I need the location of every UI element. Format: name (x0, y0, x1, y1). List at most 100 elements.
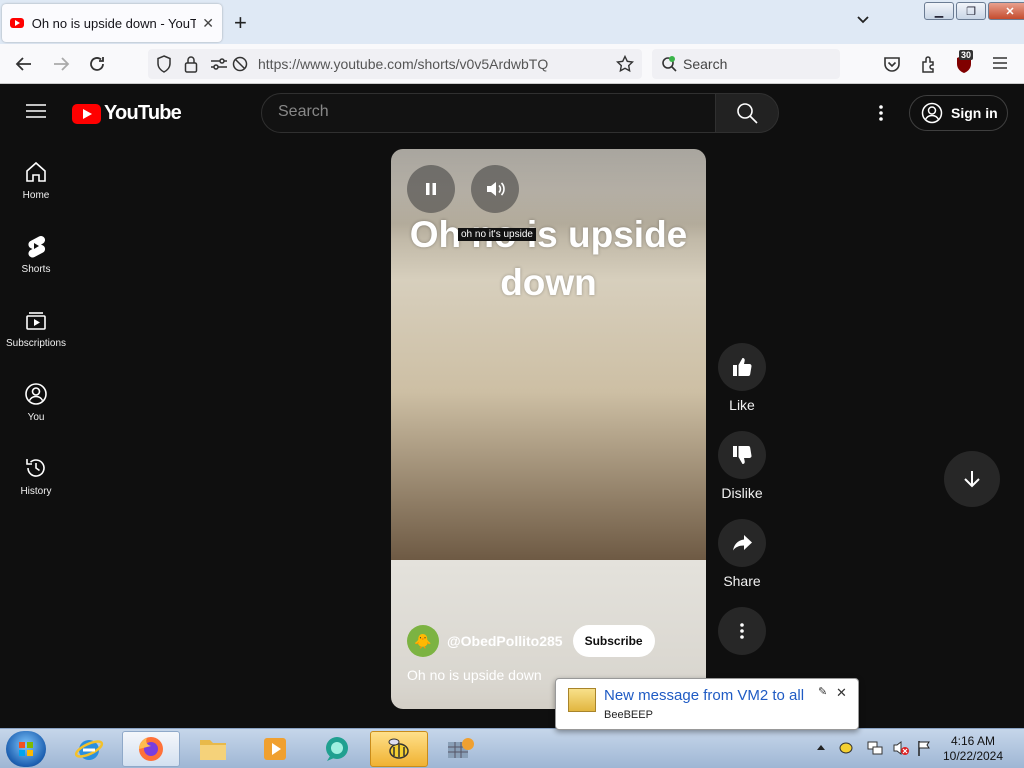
autoplay-blocked-icon[interactable] (232, 56, 248, 72)
settings-kebab-icon[interactable] (877, 104, 885, 122)
sign-in-button[interactable]: Sign in (909, 95, 1008, 131)
windows-logo-icon (19, 742, 33, 756)
sidebar-item-label: History (20, 486, 52, 497)
pause-button[interactable] (407, 165, 455, 213)
clock-date: 10/22/2024 (942, 749, 1004, 763)
window-controls: ▁ ❐ ✕ (924, 2, 1024, 20)
channel-avatar[interactable]: 🐥 (407, 625, 439, 657)
arrow-down-icon (964, 471, 980, 488)
ublock-badge: 30 (959, 50, 974, 60)
tab-close-icon[interactable]: ✕ (202, 15, 214, 32)
network-tray-icon[interactable] (866, 739, 884, 757)
sidebar-item-subscriptions[interactable]: Subscriptions (0, 296, 72, 370)
pause-icon (426, 183, 436, 195)
options-wrench-icon[interactable]: ✎ (818, 685, 827, 698)
sidebar-item-label: Shorts (21, 264, 51, 275)
system-clock[interactable]: 4:16 AM 10/22/2024 (930, 734, 1016, 764)
subscriptions-icon (26, 312, 46, 330)
video-overlay-text: Oh no is upside down (409, 214, 688, 303)
volume-button[interactable] (471, 165, 519, 213)
next-video-button[interactable] (944, 451, 1000, 507)
youtube-favicon-icon (10, 18, 24, 28)
start-button[interactable] (6, 731, 46, 767)
list-tabs-icon[interactable] (855, 12, 871, 28)
you-icon (25, 383, 47, 405)
sidebar-item-label: Subscriptions (5, 338, 67, 349)
like-button[interactable] (718, 343, 766, 391)
beebeep-icon[interactable] (370, 731, 428, 767)
youtube-logo-icon (72, 103, 101, 124)
volume-muted-tray-icon[interactable] (892, 739, 910, 757)
windows-taskbar: 4:16 AM 10/22/2024 (0, 728, 1024, 768)
close-window-button[interactable]: ✕ (988, 2, 1024, 20)
sidebar-item-you[interactable]: You (0, 370, 72, 444)
account-icon (921, 102, 943, 124)
address-bar[interactable]: https://www.youtube.com/shorts/v0v5Ardwb… (148, 49, 642, 79)
sidebar-item-history[interactable]: History (0, 444, 72, 518)
file-explorer-icon[interactable] (184, 731, 242, 767)
youtube-logo-text: YouTube (104, 102, 182, 124)
permissions-icon[interactable] (210, 57, 228, 71)
show-hidden-icons[interactable] (816, 743, 826, 751)
media-player-icon[interactable] (246, 731, 304, 767)
youtube-search-box[interactable] (261, 93, 716, 133)
forward-arrow-icon[interactable] (52, 55, 70, 73)
history-icon (26, 459, 45, 477)
volume-icon (487, 182, 505, 196)
home-icon (26, 161, 46, 182)
pocket-icon[interactable] (883, 55, 901, 73)
browser-search-placeholder: Search (683, 56, 728, 72)
firefox-icon[interactable] (122, 731, 180, 767)
like-label: Like (729, 397, 755, 413)
dislike-button[interactable] (718, 431, 766, 479)
youtube-search-input[interactable] (278, 103, 698, 121)
more-actions-button[interactable] (718, 607, 766, 655)
thumbs-down-icon (733, 445, 752, 464)
network-app-icon[interactable] (432, 731, 490, 767)
channel-bar: 🐥 @ObedPollito285 Subscribe (407, 625, 655, 657)
search-icon (737, 103, 758, 124)
closed-caption: oh no it's upside (458, 228, 536, 241)
clock-time: 4:16 AM (950, 734, 996, 748)
url-text[interactable]: https://www.youtube.com/shorts/v0v5Ardwb… (258, 56, 548, 72)
chat-app-icon[interactable] (308, 731, 366, 767)
notification-close-icon[interactable]: ✕ (836, 685, 847, 701)
dislike-label: Dislike (721, 485, 763, 501)
shorts-video-player[interactable]: Oh no is upside down oh no it's upside 🐥… (391, 149, 706, 709)
sidebar-item-label: Home (22, 190, 50, 201)
shield-icon[interactable] (156, 55, 172, 73)
video-title[interactable]: Oh no is upside down (407, 667, 542, 683)
browser-tab[interactable]: Oh no is upside down - YouTube ✕ (2, 4, 222, 42)
internet-explorer-icon[interactable] (60, 731, 118, 767)
restore-button[interactable]: ❐ (956, 2, 986, 20)
sign-in-label: Sign in (951, 105, 998, 121)
beebeep-tray-icon[interactable] (838, 739, 854, 755)
back-arrow-icon[interactable] (15, 55, 33, 73)
share-button[interactable] (718, 519, 766, 567)
extensions-icon[interactable] (920, 55, 938, 73)
bookmark-star-icon[interactable] (616, 55, 634, 73)
subscribe-button[interactable]: Subscribe (572, 625, 655, 657)
youtube-logo[interactable]: YouTube (72, 102, 182, 125)
notification-app: BeeBEEP (604, 709, 653, 721)
minimize-button[interactable]: ▁ (924, 2, 954, 20)
notification-balloon[interactable]: New message from VM2 to all BeeBEEP ✎ ✕ (555, 678, 859, 730)
browser-tab-bar: Oh no is upside down - YouTube ✕ + ▁ ❐ ✕ (0, 0, 1024, 44)
sidebar-item-home[interactable]: Home (0, 148, 72, 222)
guide-menu-icon[interactable] (26, 103, 46, 119)
hamburger-menu-icon[interactable] (992, 56, 1008, 70)
youtube-search-button[interactable] (715, 93, 779, 133)
channel-name[interactable]: @ObedPollito285 (447, 633, 563, 649)
search-engine-icon (661, 56, 677, 72)
new-tab-button[interactable]: + (234, 10, 247, 36)
tab-title: Oh no is upside down - YouTube (31, 15, 197, 31)
shorts-icon (28, 235, 46, 258)
thumbs-up-icon (733, 358, 752, 377)
sidebar-item-shorts[interactable]: Shorts (0, 222, 72, 296)
lock-icon[interactable] (184, 55, 198, 73)
mail-icon (568, 688, 596, 712)
browser-search-box[interactable]: Search (652, 49, 840, 79)
share-icon (733, 535, 752, 551)
notification-message[interactable]: New message from VM2 to all (604, 687, 804, 704)
reload-icon[interactable] (88, 55, 106, 73)
